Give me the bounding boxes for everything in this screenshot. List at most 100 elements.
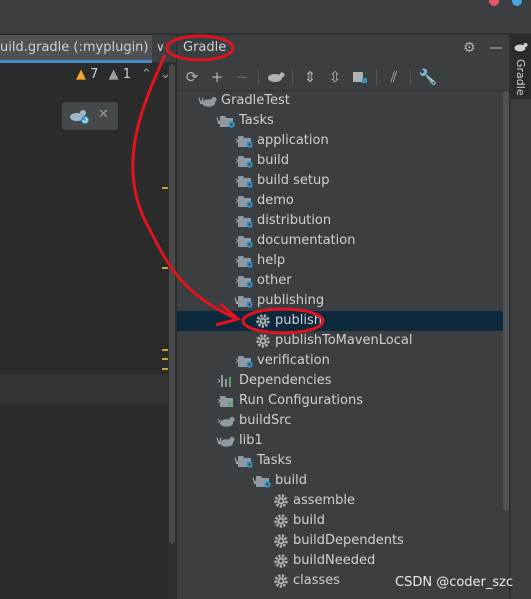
tree-node-lib1[interactable]: ∨ lib1 (177, 431, 509, 451)
tree-node-lib1-build-group[interactable]: ∨ build (177, 471, 509, 491)
tree-node-group-application[interactable]: › application (177, 131, 509, 151)
inspection-widget[interactable]: ▲ 7 ▲ 1 ⌃⌄ (76, 67, 179, 82)
gradle-project-icon (201, 93, 218, 109)
execute-gradle-task-icon[interactable] (265, 66, 287, 88)
tree-node-lib1-tasks[interactable]: ∨ Tasks (177, 451, 509, 471)
gradle-reload-icon[interactable] (68, 107, 90, 129)
remove-icon[interactable]: − (231, 66, 253, 88)
tree-node-buildsrc[interactable]: › buildSrc (177, 411, 509, 431)
editor-scrollbar[interactable] (168, 64, 176, 599)
minimize-icon[interactable]: — (489, 40, 503, 56)
gradle-toolbar: ⟳ + − ⇕ ⇳ ⫽ 🔧 (177, 63, 509, 91)
current-line-highlight (0, 374, 170, 404)
gradle-stripe-button[interactable]: Gradle (511, 35, 531, 99)
tree-node-label: publishing (257, 293, 325, 308)
tree-node-group-demo[interactable]: › demo (177, 191, 509, 211)
load-gradle-changes-popup[interactable]: ✕ (62, 102, 118, 130)
watermark: CSDN @coder_szc (395, 575, 514, 590)
toolbar-separator (292, 69, 293, 85)
tree-node-label: Run Configurations (239, 393, 363, 408)
analyze-dependencies-icon[interactable] (349, 66, 371, 88)
editor-tab-bar: uild.gradle (:myplugin) ∨ (0, 35, 176, 63)
notification-badge-icon[interactable] (489, 0, 499, 6)
scrollbar-thumb[interactable] (503, 91, 509, 511)
task-group-folder-icon (237, 193, 254, 209)
tab-list-dropdown-icon[interactable]: ∨ (156, 40, 165, 54)
tree-node-label: buildDependents (293, 533, 404, 548)
run-configurations-icon (219, 393, 236, 409)
tree-node-task-publish[interactable]: publish (177, 311, 509, 331)
tree-node-group-help[interactable]: › help (177, 251, 509, 271)
gear-icon (273, 493, 290, 509)
tree-node-label: build setup (257, 173, 330, 188)
task-group-folder-icon (237, 173, 254, 189)
task-group-folder-icon (237, 353, 254, 369)
gradle-panel-title[interactable]: Gradle (183, 40, 226, 55)
gradle-project-tree[interactable]: ∨ GradleTest ∨ Tasks › application › build › buil… (177, 91, 509, 599)
build-tool-settings-icon[interactable]: 🔧 (417, 66, 439, 88)
toolbar-separator (410, 69, 411, 85)
status-icon[interactable] (512, 0, 522, 6)
toolbar-separator (258, 69, 259, 85)
tree-node-group-build-setup[interactable]: › build setup (177, 171, 509, 191)
gear-icon (273, 573, 290, 589)
warning-icon: ▲ (76, 67, 86, 82)
task-group-folder-icon (237, 293, 254, 309)
tree-node-label: Dependencies (239, 373, 332, 388)
tree-node-task-publishToMavenLocal[interactable]: publishToMavenLocal (177, 331, 509, 351)
tree-node-group-distribution[interactable]: › distribution (177, 211, 509, 231)
task-group-folder-icon (237, 153, 254, 169)
add-icon[interactable]: + (206, 66, 228, 88)
collapse-all-icon[interactable]: ⇳ (324, 66, 346, 88)
tree-node-task-buildDependents[interactable]: buildDependents (177, 531, 509, 551)
warning-count: 7 (90, 67, 99, 82)
reload-all-icon[interactable]: ⟳ (181, 66, 203, 88)
gear-icon (273, 513, 290, 529)
weak-warning-count: 1 (122, 67, 131, 82)
tree-node-task-buildNeeded[interactable]: buildNeeded (177, 551, 509, 571)
weak-warning-icon: ▲ (108, 67, 119, 82)
task-group-folder-icon (255, 473, 272, 489)
tree-node-run-configurations[interactable]: › Run Configurations (177, 391, 509, 411)
tree-node-group-documentation[interactable]: › documentation (177, 231, 509, 251)
task-group-folder-icon (237, 233, 254, 249)
tree-node-label: application (257, 133, 329, 148)
gear-icon[interactable]: ⚙ (463, 40, 476, 56)
tree-node-dependencies[interactable]: › Dependencies (177, 371, 509, 391)
toggle-offline-mode-icon[interactable]: ⫽ (383, 66, 405, 88)
task-group-folder-icon (237, 133, 254, 149)
tree-node-label: distribution (257, 213, 332, 228)
tree-node-label: documentation (257, 233, 356, 248)
tree-node-label: build (293, 513, 325, 528)
task-group-folder-icon (219, 113, 236, 129)
close-icon[interactable]: ✕ (98, 107, 109, 122)
tree-node-gradletest[interactable]: ∨ GradleTest (177, 91, 509, 111)
tree-node-label: buildSrc (239, 413, 292, 428)
tree-node-group-publishing[interactable]: ∨ publishing (177, 291, 509, 311)
tree-scrollbar[interactable] (502, 91, 509, 599)
task-group-folder-icon (237, 453, 254, 469)
tree-node-task-assemble[interactable]: assemble (177, 491, 509, 511)
tree-node-label: publishToMavenLocal (275, 333, 413, 348)
editor-tab-build-gradle[interactable]: uild.gradle (:myplugin) (0, 35, 152, 63)
tree-node-tasks[interactable]: ∨ Tasks (177, 111, 509, 131)
tree-node-label: build (257, 153, 289, 168)
gradle-elephant-icon (514, 41, 528, 57)
tree-node-label: lib1 (239, 433, 263, 448)
expand-all-icon[interactable]: ⇕ (299, 66, 321, 88)
tree-node-label: verification (257, 353, 330, 368)
tree-node-label: Tasks (257, 453, 292, 468)
task-group-folder-icon (237, 273, 254, 289)
tree-node-label: Tasks (239, 113, 274, 128)
gear-icon (255, 333, 272, 349)
right-tool-window-stripe: Gradle (510, 35, 531, 599)
tree-node-task-build[interactable]: build (177, 511, 509, 531)
tree-node-group-other[interactable]: › other (177, 271, 509, 291)
tree-node-group-build[interactable]: › build (177, 151, 509, 171)
scrollbar-thumb[interactable] (169, 64, 175, 544)
tree-node-label: GradleTest (221, 93, 290, 108)
editor-body[interactable] (0, 64, 176, 599)
toolbar-separator (376, 69, 377, 85)
task-group-folder-icon (237, 213, 254, 229)
tree-node-group-verification[interactable]: › verification (177, 351, 509, 371)
